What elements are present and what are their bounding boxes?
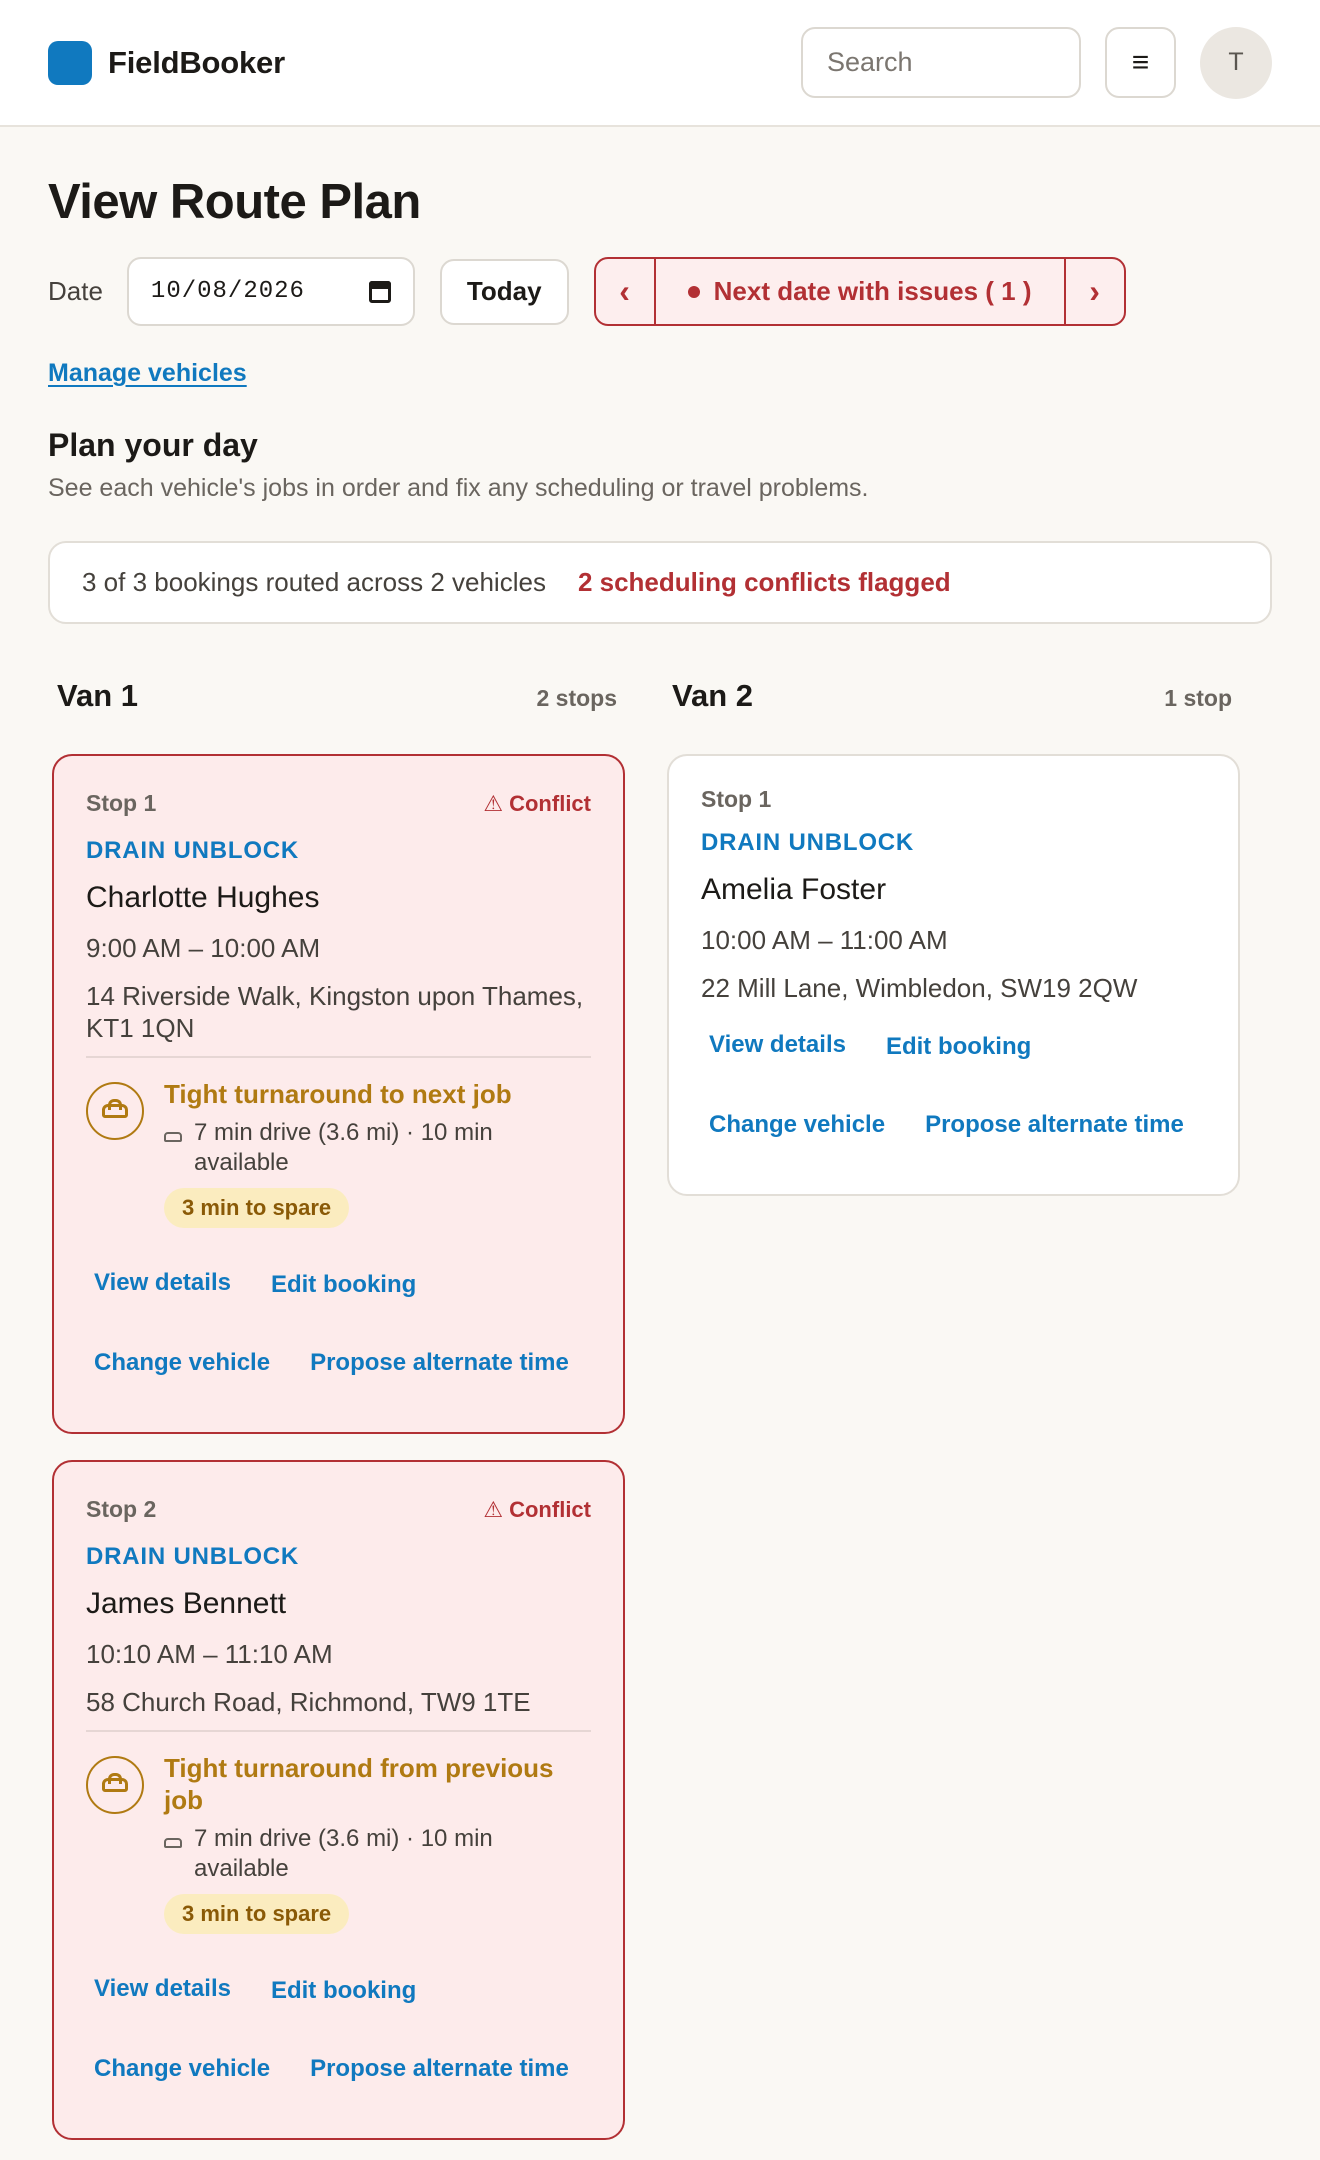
time-window: 10:00 AM – 11:00 AM [701, 925, 948, 955]
propose-alternate-time-button[interactable]: Propose alternate time [310, 1324, 569, 1402]
issue-navigation: ‹ Next date with issues ( 1 ) › [593, 257, 1126, 326]
job-type: DRAIN UNBLOCK [701, 829, 915, 856]
vehicle-name: Van 2 [672, 678, 753, 713]
stop-count: 1 stop [1164, 685, 1232, 711]
spare-time-badge: 3 min to spare [164, 1188, 350, 1228]
summary-text: 3 of 3 bookings routed across 2 vehicles [82, 567, 546, 597]
date-input[interactable]: 10/08/2026 [126, 257, 415, 326]
stop-card: Stop 2 ⚠ Conflict DRAIN UNBLOCK James Be… [52, 1460, 625, 2140]
customer-name: James Bennett [86, 1587, 287, 1620]
hamburger-icon: ≡ [1131, 45, 1150, 79]
manage-vehicles-link[interactable]: Manage vehicles [48, 359, 247, 388]
stop-card: Stop 1 DRAIN UNBLOCK Amelia Foster 10:00… [667, 754, 1240, 1196]
previous-date-button[interactable]: ‹ [593, 257, 656, 326]
stop-label: Stop 2 [86, 1496, 157, 1522]
address: 14 Riverside Walk, Kingston upon Thames,… [86, 981, 584, 1043]
route-summary: 3 of 3 bookings routed across 2 vehicles… [48, 541, 1272, 624]
brand-logo-icon [48, 40, 92, 85]
vehicle-name: Van 1 [57, 678, 138, 713]
small-car-icon [164, 1132, 182, 1142]
conflict-badge: ⚠ Conflict [483, 790, 591, 816]
chevron-right-icon: › [1089, 273, 1100, 309]
address: 58 Church Road, Richmond, TW9 1TE [86, 1687, 531, 1717]
stop-label: Stop 1 [701, 786, 772, 812]
stop-actions: View details Edit booking Change vehicle… [701, 1006, 1206, 1164]
travel-detail: 7 min drive (3.6 mi) · 10 min available [194, 1825, 493, 1882]
stop-actions: View details Edit booking Change vehicle… [86, 1244, 591, 1402]
conflicts-summary[interactable]: 2 scheduling conflicts flagged [578, 567, 951, 598]
stop-card: Stop 1 ⚠ Conflict DRAIN UNBLOCK Charlott… [52, 754, 625, 1434]
top-bar: FieldBooker ≡ T [0, 0, 1320, 127]
small-car-icon [164, 1838, 182, 1848]
date-value: 10/08/2026 [150, 278, 305, 305]
main-content: View Route Plan Date 10/08/2026 Today ‹ … [0, 174, 1320, 2140]
calendar-icon[interactable] [368, 280, 391, 303]
avatar[interactable]: T [1200, 26, 1272, 99]
stop-label: Stop 1 [86, 790, 157, 816]
warning-icon: ⚠ [483, 1496, 504, 1522]
divider [86, 1056, 591, 1058]
edit-booking-button[interactable]: Edit booking [271, 1952, 416, 2030]
view-details-button[interactable]: View details [709, 1006, 846, 1084]
propose-alternate-time-button[interactable]: Propose alternate time [925, 1086, 1184, 1164]
spare-time-badge: 3 min to spare [164, 1894, 350, 1934]
chevron-left-icon: ‹ [619, 273, 630, 309]
next-date-button[interactable]: › [1063, 257, 1126, 326]
change-vehicle-button[interactable]: Change vehicle [709, 1086, 885, 1164]
time-window: 9:00 AM – 10:00 AM [86, 933, 321, 963]
warning-icon: ⚠ [483, 790, 504, 816]
search-input[interactable] [801, 27, 1081, 98]
job-type: DRAIN UNBLOCK [86, 1543, 300, 1570]
change-vehicle-button[interactable]: Change vehicle [94, 2030, 270, 2108]
vehicle-header: Van 1 2 stops [48, 678, 621, 714]
divider [86, 1730, 591, 1732]
car-icon [86, 1756, 144, 1814]
view-details-button[interactable]: View details [94, 1950, 231, 2028]
edit-booking-button[interactable]: Edit booking [886, 1008, 1031, 1086]
avatar-initial: T [1228, 48, 1244, 76]
propose-alternate-time-button[interactable]: Propose alternate time [310, 2030, 569, 2108]
travel-warning-title: Tight turnaround from previous job [164, 1753, 554, 1815]
date-controls: Date 10/08/2026 Today ‹ Next date with i… [48, 257, 1272, 326]
change-vehicle-button[interactable]: Change vehicle [94, 1324, 270, 1402]
today-button[interactable]: Today [439, 258, 569, 325]
stop-count: 2 stops [536, 685, 617, 711]
address: 22 Mill Lane, Wimbledon, SW19 2QW [701, 973, 1138, 1003]
vehicle-header: Van 2 1 stop [663, 678, 1236, 714]
plan-subtitle: See each vehicle's jobs in order and fix… [48, 474, 869, 502]
conflict-badge: ⚠ Conflict [483, 1496, 591, 1522]
travel-warning-title: Tight turnaround to next job [164, 1079, 512, 1109]
time-window: 10:10 AM – 11:10 AM [86, 1639, 333, 1669]
vehicle-column-van-2: Van 2 1 stop Stop 1 DRAIN UNBLOCK Amelia… [663, 678, 1240, 2140]
menu-button[interactable]: ≡ [1105, 27, 1176, 98]
brand[interactable]: FieldBooker [48, 40, 285, 85]
travel-warning: Tight turnaround from previous job 7 min… [86, 1752, 591, 1934]
top-bar-actions: ≡ T [801, 26, 1272, 99]
next-date-with-issues-button[interactable]: Next date with issues ( 1 ) [653, 257, 1066, 326]
car-icon [86, 1082, 144, 1140]
stop-actions: View details Edit booking Change vehicle… [86, 1950, 591, 2108]
edit-booking-button[interactable]: Edit booking [271, 1246, 416, 1324]
customer-name: Charlotte Hughes [86, 881, 320, 914]
plan-title: Plan your day [48, 427, 258, 463]
job-type: DRAIN UNBLOCK [86, 837, 300, 864]
vehicle-column-van-1: Van 1 2 stops Stop 1 ⚠ Conflict DRAIN UN… [48, 678, 625, 2140]
brand-name: FieldBooker [108, 44, 285, 80]
date-label: Date [48, 276, 103, 306]
travel-warning: Tight turnaround to next job 7 min drive… [86, 1078, 591, 1228]
next-date-with-issues-label: Next date with issues ( 1 ) [713, 276, 1032, 306]
page-title: View Route Plan [48, 175, 421, 229]
customer-name: Amelia Foster [701, 873, 887, 906]
issue-dot-icon [687, 285, 700, 298]
vehicle-columns: Van 1 2 stops Stop 1 ⚠ Conflict DRAIN UN… [48, 678, 1272, 2140]
travel-detail: 7 min drive (3.6 mi) · 10 min available [194, 1119, 493, 1176]
view-details-button[interactable]: View details [94, 1244, 231, 1322]
